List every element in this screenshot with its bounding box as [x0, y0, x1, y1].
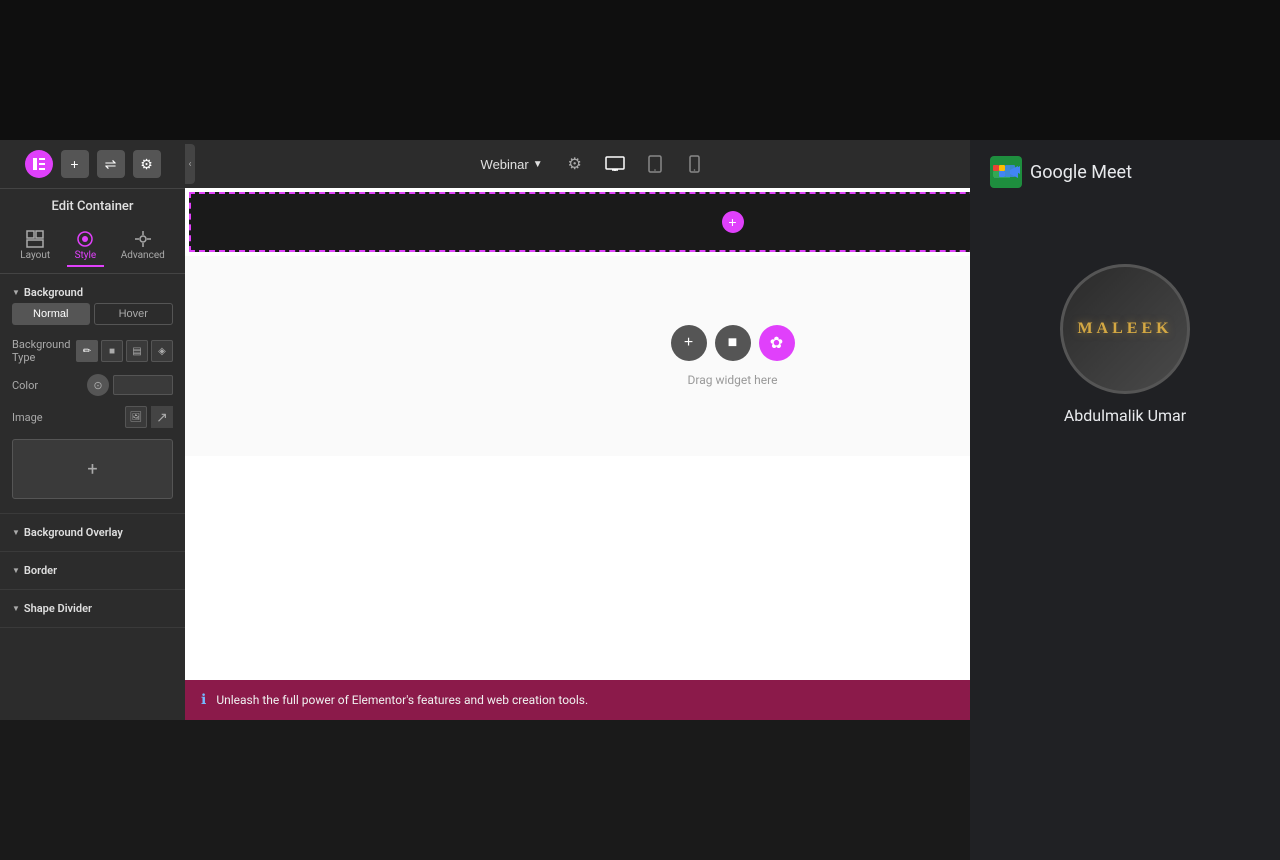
- google-meet-header: Google Meet: [970, 140, 1280, 204]
- bg-type-color[interactable]: ■: [101, 340, 123, 362]
- add-element-btn[interactable]: +: [61, 150, 89, 178]
- notification-icon: ℹ: [201, 692, 206, 708]
- image-row: Image 🖼 ↗: [12, 401, 173, 433]
- state-tabs: Normal Hover: [12, 303, 173, 325]
- color-controls: ⊙: [87, 374, 173, 396]
- image-add-icon: +: [87, 459, 97, 480]
- bg-overlay-title[interactable]: Background Overlay: [12, 522, 173, 543]
- section-bg-overlay: Background Overlay: [0, 514, 185, 552]
- google-meet-title: Google Meet: [1030, 162, 1132, 183]
- widget-add-btn[interactable]: +: [671, 325, 707, 361]
- settings-icon-btn[interactable]: ⚙: [559, 148, 591, 180]
- maleek-text: MALEEK: [1077, 320, 1172, 338]
- border-title[interactable]: Border: [12, 560, 173, 581]
- state-hover-btn[interactable]: Hover: [94, 303, 174, 325]
- panel-title: Edit Container: [0, 189, 185, 220]
- bg-type-none[interactable]: ✏: [76, 340, 98, 362]
- history-btn[interactable]: ⇌: [97, 150, 125, 178]
- section-background: Background Normal Hover Background Type …: [0, 274, 185, 514]
- tab-style[interactable]: Style: [67, 226, 105, 267]
- bg-type-image[interactable]: ▤: [126, 340, 148, 362]
- toolbar-center: Webinar ▼ ⚙: [197, 148, 986, 180]
- google-meet-icon: [990, 156, 1022, 188]
- avatar-container: MALEEK Abdulmalik Umar: [1060, 264, 1190, 425]
- panel-collapse-handle[interactable]: ‹: [185, 144, 195, 184]
- tab-advanced[interactable]: Advanced: [113, 226, 173, 267]
- bg-type-gradient[interactable]: ◈: [151, 340, 173, 362]
- state-normal-btn[interactable]: Normal: [12, 303, 90, 325]
- widget-actions: + ■ ✿: [671, 325, 795, 361]
- site-name-dropdown[interactable]: Webinar ▼: [473, 153, 551, 176]
- avatar-img: MALEEK: [1060, 264, 1190, 394]
- top-black-bar: [0, 0, 1280, 140]
- widget-placeholder: + ■ ✿ Drag widget here: [671, 325, 795, 387]
- image-upload-area[interactable]: +: [12, 439, 173, 499]
- image-link-btn[interactable]: ↗: [151, 406, 173, 428]
- widget-ai-btn[interactable]: ✿: [759, 325, 795, 361]
- panel-tabs: Layout Style Advanced: [0, 220, 185, 274]
- background-section-title[interactable]: Background: [12, 282, 173, 303]
- drag-widget-text: Drag widget here: [688, 373, 778, 387]
- bg-type-row: Background Type ✏ ■ ▤ ◈: [12, 333, 173, 369]
- image-select-btn[interactable]: 🖼: [125, 406, 147, 428]
- color-row: Color ⊙: [12, 369, 173, 401]
- editor-wrapper: + ⇌ ⚙ ‹ Edit Container Layout Style Adva…: [0, 140, 1280, 720]
- panel-header: + ⇌ ⚙ ‹: [0, 140, 185, 189]
- bg-type-buttons: ✏ ■ ▤ ◈: [76, 340, 173, 362]
- dark-container-add-btn[interactable]: +: [722, 211, 744, 233]
- mobile-btn[interactable]: [679, 148, 711, 180]
- tab-layout[interactable]: Layout: [12, 226, 58, 267]
- tablet-btn[interactable]: [639, 148, 671, 180]
- section-border: Border: [0, 552, 185, 590]
- google-meet-overlay: Google Meet MALEEK Abdulmalik Umar: [970, 140, 1280, 860]
- color-picker-btn[interactable]: ⊙: [87, 374, 109, 396]
- widget-template-btn[interactable]: ■: [715, 325, 751, 361]
- section-shape-divider: Shape Divider: [0, 590, 185, 628]
- settings-btn[interactable]: ⚙: [133, 150, 161, 178]
- dropdown-arrow-icon: ▼: [533, 159, 543, 170]
- shape-divider-title[interactable]: Shape Divider: [12, 598, 173, 619]
- elementor-logo-btn[interactable]: [25, 150, 53, 178]
- user-name: Abdulmalik Umar: [1064, 406, 1186, 425]
- color-preview[interactable]: [113, 375, 173, 395]
- desktop-btn[interactable]: [599, 148, 631, 180]
- left-panel: + ⇌ ⚙ ‹ Edit Container Layout Style Adva…: [0, 140, 185, 720]
- image-controls: 🖼 ↗: [125, 406, 173, 428]
